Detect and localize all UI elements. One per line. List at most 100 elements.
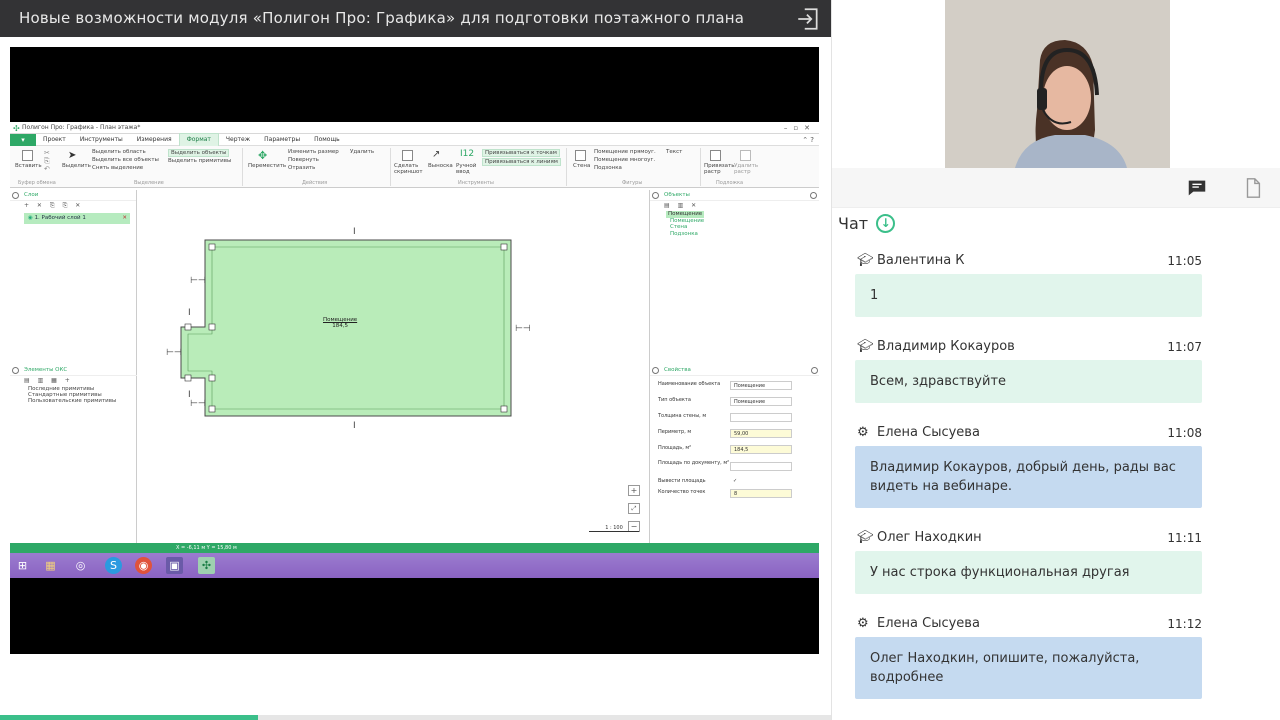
screen-share-stage: ✣ Полигон Про: Графика - План этажа* –▫✕…: [10, 47, 819, 654]
menu-format[interactable]: Формат: [178, 133, 219, 146]
resize-button[interactable]: Изменить размер: [288, 149, 339, 155]
polygon-app-icon[interactable]: ✣: [198, 557, 215, 574]
webinar-title-bar: Новые возможности модуля «Полигон Про: Г…: [0, 0, 831, 37]
screenshot-button[interactable]: Сделать скриншот: [394, 163, 424, 175]
subroom-button[interactable]: Подзонка: [594, 165, 622, 171]
bind-raster-icon: [710, 150, 721, 161]
menu-drawing[interactable]: Чертеж: [219, 134, 257, 146]
delete-raster-button[interactable]: Удалить растр: [734, 163, 760, 175]
rotate-button[interactable]: Повернуть: [288, 157, 319, 163]
room-rect-button[interactable]: Помещение прямоуг.: [594, 149, 656, 155]
prop-wall-field[interactable]: [730, 413, 792, 422]
menu-tools[interactable]: Инструменты: [73, 134, 130, 146]
zoom-in-button[interactable]: +: [628, 485, 640, 496]
app-status-bar: X = -6,11 м Y = 15,80 м: [10, 543, 819, 553]
layer-delete-icon[interactable]: ✕: [122, 213, 127, 224]
panel-close-icon[interactable]: [811, 367, 818, 374]
window-controls[interactable]: –▫✕: [784, 122, 816, 134]
delete-button[interactable]: Удалить: [350, 149, 374, 155]
zoom-fit-button[interactable]: ⤢: [628, 503, 640, 514]
list-item[interactable]: Пользовательские примитивы: [28, 398, 137, 404]
show-area-checkbox[interactable]: ✓: [730, 477, 792, 486]
message-author: Олег Находкин: [877, 530, 982, 545]
tree-item[interactable]: Подзонка: [660, 231, 819, 238]
scale-indicator: 1 : 100: [589, 525, 639, 532]
prop-label: Тип объекта: [658, 397, 691, 403]
menu-params[interactable]: Параметры: [257, 134, 307, 146]
chrome-icon[interactable]: ◉: [135, 557, 152, 574]
panel-pin-icon[interactable]: [652, 192, 659, 199]
deselect-button[interactable]: Снять выделение: [92, 165, 143, 171]
paste-icon[interactable]: [22, 150, 33, 161]
drawing-canvas[interactable]: II ⊢⊣ ⊢⊣ I ⊢⊣ I ⊢⊣ Помещение 184,5 + ⤢ − 1 …: [137, 190, 649, 543]
manual-input-button[interactable]: Ручной ввод: [456, 163, 480, 175]
document-icon[interactable]: [1242, 177, 1264, 199]
playback-progress[interactable]: [0, 715, 831, 720]
layer-name: 1. Рабочий слой 1: [34, 215, 86, 221]
layer-row[interactable]: ◉ 1. Рабочий слой 1 ✕: [24, 213, 130, 224]
wall-button[interactable]: Стена: [573, 163, 590, 169]
message-author: Валентина К: [877, 253, 965, 268]
chat-icon[interactable]: [1186, 177, 1208, 199]
prop-label: Площадь, м²: [658, 445, 692, 451]
file-menu-button[interactable]: ▾: [10, 133, 36, 146]
bind-raster-button[interactable]: Привязать растр: [704, 163, 735, 175]
objects-toolbar[interactable]: ▤ ▥ ✕: [650, 201, 819, 211]
prop-label: Площадь по документу, м²: [658, 460, 730, 466]
progress-fill: [0, 715, 258, 720]
text-button[interactable]: Текст: [666, 149, 682, 155]
panel-pin-icon[interactable]: [12, 367, 19, 374]
student-cap-icon: 🎓︎: [857, 253, 874, 268]
group-select-label: Выделение: [134, 180, 164, 186]
properties-panel-title: Свойства: [650, 365, 819, 376]
prop-doc-area-field[interactable]: [730, 462, 792, 471]
clipboard-small-icons[interactable]: ✂ ⎘ ↶: [44, 149, 50, 173]
panel-close-icon[interactable]: [810, 192, 817, 199]
paste-button[interactable]: Вставить: [15, 163, 42, 169]
panel-pin-icon[interactable]: [12, 192, 19, 199]
callout-icon: ↗: [432, 149, 441, 160]
prop-name-field[interactable]: Помещение: [730, 381, 792, 390]
callout-button[interactable]: Выноска: [428, 163, 453, 169]
exit-icon[interactable]: [795, 6, 821, 32]
select-all-button[interactable]: Выделить все объекты: [92, 157, 159, 163]
prop-perimeter-field[interactable]: 59,00: [730, 429, 792, 438]
svg-text:I: I: [353, 421, 356, 431]
windows-start-icon[interactable]: ⊞: [14, 557, 31, 574]
select-objects-button[interactable]: Выделить объекты: [168, 149, 230, 157]
select-area-button[interactable]: Выделить область: [92, 149, 146, 155]
select-primitives-button[interactable]: Выделить примитивы: [168, 158, 231, 164]
explorer-icon[interactable]: ▦: [42, 557, 59, 574]
prop-area-field[interactable]: 184,5: [730, 445, 792, 454]
select-button[interactable]: Выделить: [62, 163, 91, 169]
scroll-down-icon[interactable]: ↓: [876, 214, 896, 233]
elements-list: Последние примитивы Стандартные примитив…: [10, 386, 137, 404]
layers-toolbar[interactable]: + ✕ ⎘ ⎘ ✕: [10, 201, 136, 211]
prop-points-field[interactable]: 8: [730, 489, 792, 498]
prop-label: Периметр, м: [658, 429, 692, 435]
mirror-button[interactable]: Отразить: [288, 165, 315, 171]
help-icon[interactable]: ⌃ ?: [802, 134, 814, 146]
snap-lines-toggle[interactable]: Привязываться к линиям: [482, 158, 561, 166]
group-underlay-label: Подложка: [716, 180, 744, 186]
message-bubble: Олег Находкин, опишите, пожалуйста, водр…: [855, 637, 1202, 699]
menu-measure[interactable]: Измерения: [130, 134, 179, 146]
save-icon[interactable]: ▣: [166, 557, 183, 574]
panel-pin-icon[interactable]: [652, 367, 659, 374]
skype-icon[interactable]: S: [105, 557, 122, 574]
chat-title: Чат: [838, 214, 869, 233]
app-icon[interactable]: ◎: [72, 557, 89, 574]
room-poly-button[interactable]: Помещение многоуг.: [594, 157, 655, 163]
floor-plan-drawing[interactable]: II ⊢⊣⊢⊣ I⊢⊣ I⊢⊣: [137, 190, 649, 543]
snap-points-toggle[interactable]: Привязываться к точкам: [482, 149, 560, 157]
layers-panel-title: Слои: [10, 190, 136, 201]
menu-project[interactable]: Проект: [36, 134, 73, 146]
tree-item[interactable]: Помещение: [666, 211, 705, 218]
objects-panel-title: Объекты: [650, 190, 819, 201]
elements-toolbar[interactable]: ▤ ▥ ▦ +: [10, 376, 137, 386]
menu-help[interactable]: Помощь: [307, 134, 347, 146]
move-button[interactable]: Переместить: [248, 163, 286, 169]
ribbon-toolbar: Вставить ✂ ⎘ ↶ ➤ Выделить Выделить область…: [10, 146, 819, 188]
prop-type-field[interactable]: Помещение: [730, 397, 792, 406]
eye-icon[interactable]: ◉: [28, 215, 33, 221]
